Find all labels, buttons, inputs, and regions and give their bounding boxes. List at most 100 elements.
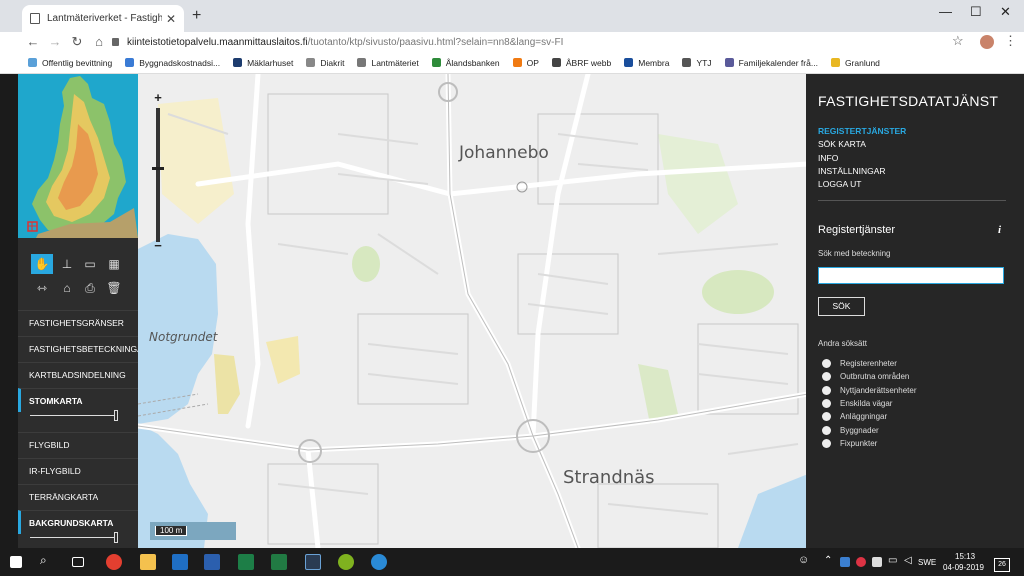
search-option-radio[interactable]: Anläggningar (822, 412, 887, 422)
layer-item[interactable]: STOMKARTA (18, 388, 138, 412)
bookmark-item[interactable]: Mäklarhuset (233, 58, 293, 68)
bookmark-item[interactable]: Ålandsbanken (431, 58, 500, 68)
menu-icon[interactable]: ⋮ (1004, 33, 1017, 49)
search-option-radio[interactable]: Outbrutna områden (822, 372, 909, 382)
print-icon[interactable]: ⎙ (79, 278, 101, 298)
bookmark-star-icon[interactable]: ☆ (952, 33, 964, 49)
bookmark-item[interactable]: Byggnadskostnadsi... (125, 58, 220, 68)
bookmark-item[interactable]: Familjekalender frå... (724, 58, 818, 68)
zoom-out-button[interactable]: − (152, 239, 164, 252)
notifications-badge[interactable]: 26 (994, 558, 1010, 572)
chrome-icon[interactable] (106, 554, 122, 570)
menu-item[interactable]: SÖK KARTA (818, 138, 906, 151)
home-icon[interactable]: ⌂ (88, 34, 110, 50)
excel-icon[interactable] (271, 554, 287, 570)
tray-expand-icon[interactable]: ⌃ (824, 555, 832, 566)
layer-item[interactable]: FLYGBILD (18, 432, 138, 456)
bookmark-item[interactable]: ÅBRF webb (551, 58, 611, 68)
reload-icon[interactable]: ↻ (66, 34, 88, 50)
measure-line-icon[interactable]: ▭ (79, 254, 101, 274)
maximize-icon[interactable]: ☐ (970, 4, 982, 20)
language-indicator[interactable]: SWE (918, 558, 936, 567)
bookmark-item[interactable]: Diakrit (306, 58, 344, 68)
people-icon[interactable]: ☺ (798, 554, 809, 566)
finland-overview-map[interactable] (18, 74, 138, 238)
browser-tab[interactable]: Lantmäteriverket - Fastighetsdat ✕ (22, 5, 184, 32)
search-option-radio[interactable]: Enskilda vägar (822, 398, 892, 408)
layer-item[interactable]: FASTIGHETSGRÄNSER (18, 310, 138, 334)
bookmark-item[interactable]: OP (512, 58, 539, 68)
menu-item[interactable]: REGISTERTJÄNSTER (818, 125, 906, 138)
clock-date[interactable]: 04-09-2019 (943, 563, 984, 572)
menu-item[interactable]: LOGGA UT (818, 178, 906, 191)
bookmark-item[interactable]: Offentlig bevittning (28, 58, 112, 68)
bookmark-item[interactable]: Lantmäteriet (357, 58, 419, 68)
tag-icon[interactable]: ⌂ (56, 278, 78, 298)
opacity-slider[interactable] (30, 410, 118, 421)
map-sheet-icon[interactable]: ▦ (103, 254, 125, 274)
close-window-icon[interactable]: ✕ (1000, 4, 1011, 20)
outlook-icon[interactable] (172, 554, 188, 570)
layer-item[interactable]: FASTIGHETSBETECKNINGAR (18, 336, 138, 360)
edge-icon[interactable] (371, 554, 387, 570)
map-view[interactable]: Johannebo Notgrundet Strandnäs + − 100 m (138, 74, 808, 548)
minimize-icon[interactable]: — (939, 4, 952, 19)
publisher-icon[interactable] (238, 554, 254, 570)
lightroom-icon[interactable] (305, 554, 321, 570)
zoom-in-button[interactable]: + (152, 91, 164, 104)
radio-button[interactable] (822, 438, 831, 448)
slider-handle[interactable] (114, 532, 118, 543)
zoom-slider-handle[interactable] (152, 166, 164, 170)
radio-button[interactable] (822, 359, 831, 368)
radio-button[interactable] (822, 425, 831, 435)
radio-button[interactable] (822, 385, 831, 395)
back-icon[interactable]: ← (22, 34, 44, 50)
tray-app-icon[interactable] (840, 557, 850, 567)
file-explorer-icon[interactable] (140, 554, 156, 570)
volume-icon[interactable]: ◁ (904, 555, 912, 566)
place-label-notgrundet: Notgrundet (149, 330, 218, 344)
layer-label: IR-FLYGBILD (29, 466, 81, 476)
pin-icon[interactable]: ⊥ (56, 254, 78, 274)
app-icon[interactable] (338, 554, 354, 570)
battery-icon[interactable]: ▭ (888, 555, 897, 566)
layer-item[interactable]: BAKGRUNDSKARTA (18, 510, 138, 534)
measure-area-icon[interactable]: ⇿ (31, 278, 53, 298)
slider-handle[interactable] (114, 410, 118, 421)
bookmark-item[interactable]: Granlund (830, 58, 880, 68)
layer-item[interactable]: IR-FLYGBILD (18, 458, 138, 482)
search-option-radio[interactable]: Byggnader (822, 425, 879, 435)
bookmark-item[interactable]: Membra (624, 58, 669, 68)
address-bar[interactable]: kiinteistotietopalvelu.maanmittauslaitos… (112, 32, 563, 52)
search-option-radio[interactable]: Registerenheter (822, 359, 897, 368)
radio-button[interactable] (822, 372, 831, 382)
zoom-track[interactable] (156, 108, 160, 242)
search-option-radio[interactable]: Fixpunkter (822, 438, 877, 448)
word-icon[interactable] (204, 554, 220, 570)
new-tab-button[interactable]: + (192, 7, 201, 25)
info-icon[interactable]: i (998, 224, 1001, 236)
layer-item[interactable]: TERRÄNGKARTA (18, 484, 138, 508)
clock-time[interactable]: 15:13 (955, 552, 975, 561)
profile-avatar[interactable] (980, 35, 994, 49)
layer-item[interactable]: KARTBLADSINDELNING (18, 362, 138, 386)
task-view-icon[interactable] (72, 557, 84, 567)
antivirus-icon[interactable] (856, 557, 866, 567)
search-button[interactable]: SÖK (818, 297, 865, 316)
menu-item[interactable]: INSTÄLLNINGAR (818, 165, 906, 178)
radio-button[interactable] (822, 412, 831, 422)
bookmark-icon (357, 58, 367, 67)
search-input[interactable] (818, 267, 1004, 284)
close-tab-icon[interactable]: ✕ (166, 12, 176, 26)
onedrive-icon[interactable] (872, 557, 882, 567)
trash-icon[interactable]: 🗑 (103, 278, 125, 298)
search-option-radio[interactable]: Nyttjanderättsenheter (822, 385, 917, 395)
forward-icon[interactable]: → (44, 34, 66, 50)
radio-button[interactable] (822, 398, 831, 408)
bookmark-item[interactable]: YTJ (682, 58, 712, 68)
opacity-slider[interactable] (30, 532, 118, 543)
windows-start-icon[interactable] (10, 556, 22, 568)
pan-hand-icon[interactable]: ✋ (31, 254, 53, 274)
menu-item[interactable]: INFO (818, 152, 906, 165)
search-icon[interactable]: ⌕ (40, 553, 56, 569)
